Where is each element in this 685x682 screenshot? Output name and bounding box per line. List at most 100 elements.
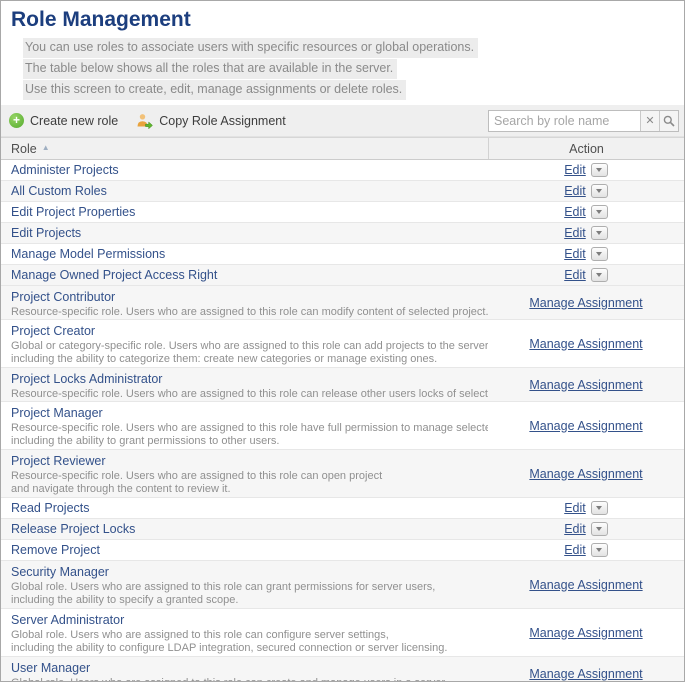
edit-dropdown-button[interactable]: [591, 522, 608, 536]
column-header-role[interactable]: Role ▲: [1, 138, 488, 159]
action-cell: Edit: [488, 519, 684, 539]
edit-dropdown-button[interactable]: [591, 268, 608, 282]
clear-search-button[interactable]: ✕: [640, 111, 659, 131]
copy-role-assignment-icon: [136, 113, 153, 129]
manage-assignment-link[interactable]: Manage Assignment: [529, 419, 642, 433]
role-cell: Project ReviewerResource-specific role. …: [1, 450, 488, 497]
manage-assignment-link[interactable]: Manage Assignment: [529, 337, 642, 351]
table-row: Edit Projects Edit: [1, 223, 684, 244]
role-description-line: Global role. Users who are assigned to t…: [11, 677, 488, 682]
action-cell: Edit: [488, 160, 684, 180]
chevron-down-icon: [596, 252, 602, 256]
sort-ascending-icon: ▲: [42, 143, 50, 152]
page-header: Role Management You can use roles to ass…: [1, 1, 684, 105]
table-header: Role ▲ Action: [1, 137, 684, 160]
table-row: Server AdministratorGlobal role. Users w…: [1, 609, 684, 657]
edit-dropdown-button[interactable]: [591, 247, 608, 261]
role-cell: Manage Model Permissions: [1, 244, 488, 264]
edit-link[interactable]: Edit: [564, 226, 586, 240]
table-row: Remove Project Edit: [1, 540, 684, 561]
edit-link[interactable]: Edit: [564, 522, 586, 536]
role-description-line: including the ability to configure LDAP …: [11, 642, 488, 655]
table-row: All Custom Roles Edit: [1, 181, 684, 202]
description-line-1: You can use roles to associate users wit…: [23, 38, 478, 58]
role-name-link[interactable]: Project Creator: [11, 324, 95, 339]
table-row: Project CreatorGlobal or category-specif…: [1, 320, 684, 368]
action-cell: Manage Assignment: [488, 561, 684, 608]
role-name-link[interactable]: Project Locks Administrator: [11, 372, 162, 387]
role-cell: Read Projects: [1, 498, 488, 518]
edit-link[interactable]: Edit: [564, 184, 586, 198]
role-name-link[interactable]: Edit Projects: [11, 226, 81, 240]
role-management-page: Role Management You can use roles to ass…: [0, 0, 685, 682]
edit-link[interactable]: Edit: [564, 501, 586, 515]
action-cell: Manage Assignment: [488, 450, 684, 497]
role-name-link[interactable]: Edit Project Properties: [11, 205, 135, 219]
copy-role-assignment-button[interactable]: Copy Role Assignment: [136, 113, 285, 129]
table-row: Manage Owned Project Access Right Edit: [1, 265, 684, 286]
role-description-line: Resource-specific role. Users who are as…: [11, 388, 488, 401]
role-name-link[interactable]: Release Project Locks: [11, 522, 135, 536]
manage-assignment-link[interactable]: Manage Assignment: [529, 626, 642, 640]
edit-link[interactable]: Edit: [564, 163, 586, 177]
role-name-link[interactable]: Manage Owned Project Access Right: [11, 268, 217, 282]
role-name-link[interactable]: Server Administrator: [11, 613, 124, 628]
table-row: Read Projects Edit: [1, 498, 684, 519]
role-name-link[interactable]: Administer Projects: [11, 163, 119, 177]
action-cell: Edit: [488, 244, 684, 264]
role-cell: Security ManagerGlobal role. Users who a…: [1, 561, 488, 608]
create-new-role-button[interactable]: + Create new role: [9, 113, 118, 128]
search-input[interactable]: [489, 111, 640, 131]
role-cell: Project ManagerResource-specific role. U…: [1, 402, 488, 449]
role-description-line: including the ability to categorize them…: [11, 353, 488, 366]
description-line-3: Use this screen to create, edit, manage …: [23, 80, 406, 100]
chevron-down-icon: [596, 548, 602, 552]
edit-dropdown-button[interactable]: [591, 501, 608, 515]
role-description-line: Resource-specific role. Users who are as…: [11, 470, 488, 483]
edit-dropdown-button[interactable]: [591, 226, 608, 240]
role-description-line: including the ability to specify a grant…: [11, 594, 488, 607]
action-cell: Manage Assignment: [488, 368, 684, 401]
manage-assignment-link[interactable]: Manage Assignment: [529, 667, 642, 681]
role-description-line: Global role. Users who are assigned to t…: [11, 629, 488, 642]
table-row: Release Project Locks Edit: [1, 519, 684, 540]
edit-link[interactable]: Edit: [564, 543, 586, 557]
edit-link[interactable]: Edit: [564, 205, 586, 219]
table-row: Edit Project Properties Edit: [1, 202, 684, 223]
role-name-link[interactable]: Project Contributor: [11, 290, 115, 305]
role-cell: Administer Projects: [1, 160, 488, 180]
manage-assignment-link[interactable]: Manage Assignment: [529, 467, 642, 481]
role-name-link[interactable]: Manage Model Permissions: [11, 247, 165, 261]
edit-link[interactable]: Edit: [564, 268, 586, 282]
role-cell: User ManagerGlobal role. Users who are a…: [1, 657, 488, 682]
role-cell: Manage Owned Project Access Right: [1, 265, 488, 285]
page-title: Role Management: [11, 8, 674, 32]
manage-assignment-link[interactable]: Manage Assignment: [529, 296, 642, 310]
edit-dropdown-button[interactable]: [591, 184, 608, 198]
table-row: Project ManagerResource-specific role. U…: [1, 402, 684, 450]
action-cell: Edit: [488, 265, 684, 285]
search-box: ✕: [488, 110, 679, 132]
edit-dropdown-button[interactable]: [591, 205, 608, 219]
edit-dropdown-button[interactable]: [591, 163, 608, 177]
role-name-link[interactable]: Project Reviewer: [11, 454, 105, 469]
role-name-link[interactable]: Security Manager: [11, 565, 109, 580]
role-name-link[interactable]: Project Manager: [11, 406, 103, 421]
action-cell: Edit: [488, 540, 684, 560]
role-cell: Project Locks AdministratorResource-spec…: [1, 368, 488, 401]
edit-link[interactable]: Edit: [564, 247, 586, 261]
action-cell: Manage Assignment: [488, 657, 684, 682]
action-cell: Manage Assignment: [488, 286, 684, 319]
role-name-link[interactable]: Read Projects: [11, 501, 90, 515]
edit-dropdown-button[interactable]: [591, 543, 608, 557]
search-button[interactable]: [659, 111, 678, 131]
manage-assignment-link[interactable]: Manage Assignment: [529, 378, 642, 392]
role-name-link[interactable]: All Custom Roles: [11, 184, 107, 198]
table-row: Project Locks AdministratorResource-spec…: [1, 368, 684, 402]
role-cell: Remove Project: [1, 540, 488, 560]
chevron-down-icon: [596, 168, 602, 172]
manage-assignment-link[interactable]: Manage Assignment: [529, 578, 642, 592]
role-name-link[interactable]: User Manager: [11, 661, 90, 676]
role-name-link[interactable]: Remove Project: [11, 543, 100, 557]
role-cell: Project CreatorGlobal or category-specif…: [1, 320, 488, 367]
